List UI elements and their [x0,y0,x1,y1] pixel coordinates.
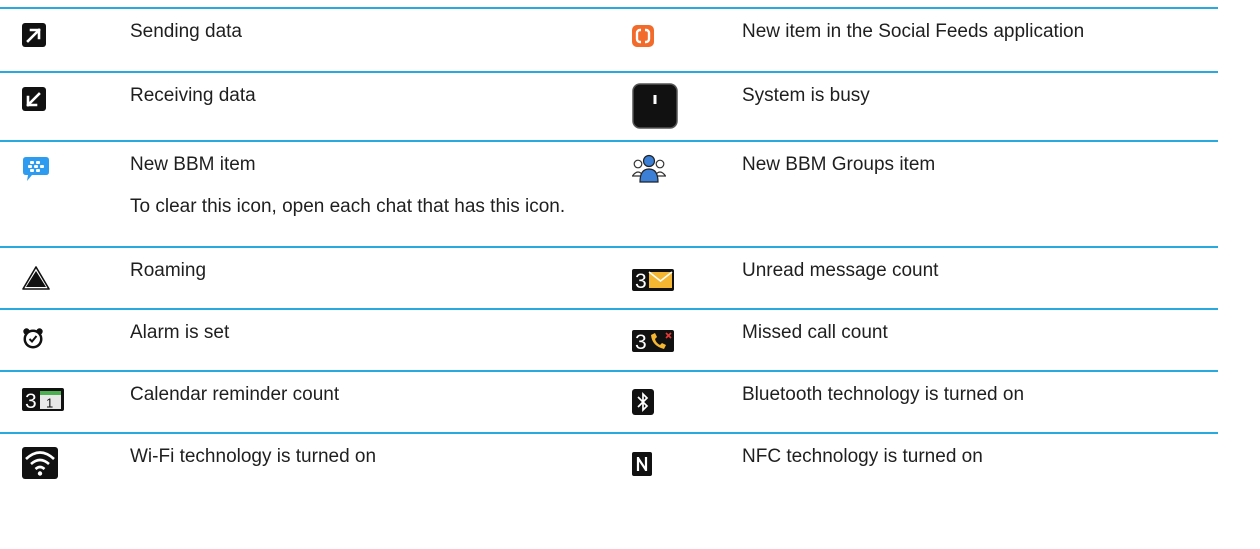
count-number: 3 [635,270,647,291]
row-label: Wi-Fi technology is turned on [130,446,377,467]
row-label: Alarm is set [130,322,230,343]
nfc-icon [632,452,652,476]
bbm-groups-icon [632,154,666,184]
table-row: New BBM item To clear this icon, open ea… [0,140,1218,246]
row-label: Receiving data [130,85,256,106]
calendar-reminder-count-icon: 31 [22,388,64,411]
row-label: New item in the Social Feeds application [742,21,1085,42]
unread-message-count-icon: 3 [632,269,674,291]
count-number: 3 [25,390,37,411]
row-note: To clear this icon, open each chat that … [130,196,566,217]
receiving-data-arrow-icon [22,87,46,111]
roaming-triangle-icon [22,266,50,290]
table-row: 31 Calendar reminder count Bluetooth tec… [0,370,1218,432]
row-label: Calendar reminder count [130,384,340,405]
row-label: Unread message count [742,260,939,281]
row-label: Roaming [130,260,207,281]
bluetooth-icon [632,389,654,415]
row-label: Sending data [130,21,242,42]
row-text-block: New BBM item To clear this icon, open ea… [130,152,630,220]
count-number: 3 [635,331,647,352]
row-label: New BBM Groups item [742,154,936,175]
row-label: System is busy [742,85,870,106]
row-label: Bluetooth technology is turned on [742,384,1025,405]
missed-call-count-icon: 3 [632,330,674,352]
calendar-day: 1 [46,396,53,411]
row-label: NFC technology is turned on [742,446,983,467]
system-busy-icon [632,83,678,129]
wifi-icon [22,447,58,479]
status-icon-table: Sending data New item in the Social Feed… [0,7,1218,494]
table-row: Roaming 3 Unread message count [0,246,1218,308]
table-row: Sending data New item in the Social Feed… [0,7,1218,71]
table-row: Alarm is set 3 Missed call count [0,308,1218,370]
social-feeds-icon [632,25,654,47]
sending-data-arrow-icon [22,23,46,47]
table-row: Wi-Fi technology is turned on NFC techno… [0,432,1218,494]
row-label: New BBM item [130,154,256,175]
row-label: Missed call count [742,322,888,343]
table-row: Receiving data System is busy [0,71,1218,140]
alarm-clock-icon [22,327,44,349]
bbm-icon [22,156,50,182]
